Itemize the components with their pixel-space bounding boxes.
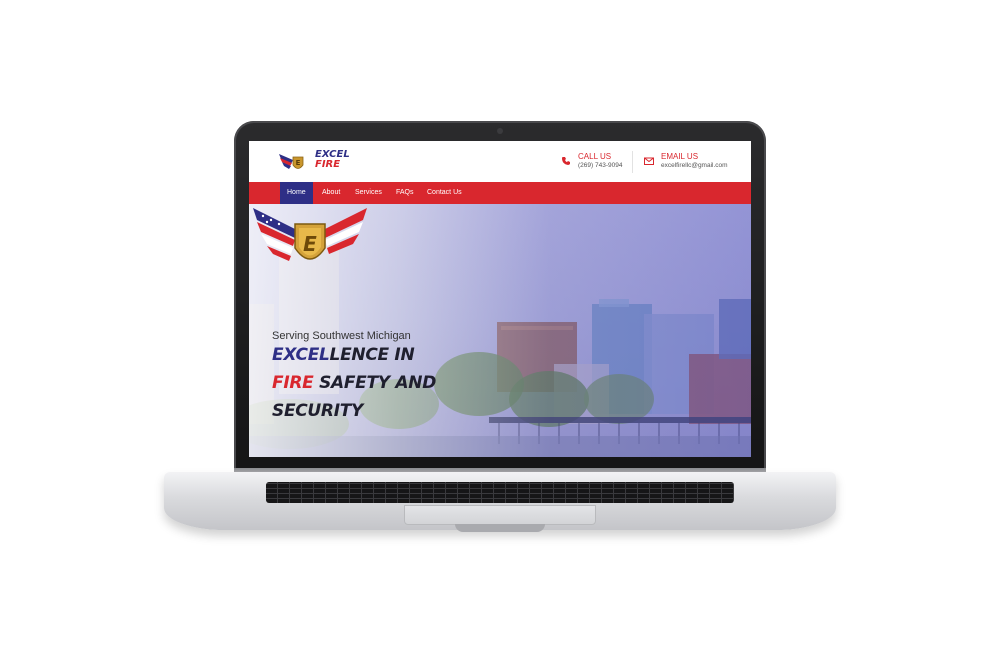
nav-home[interactable]: Home	[280, 182, 313, 204]
email-address[interactable]: excelfirellc@gmail.com	[661, 162, 728, 169]
hero-tagline: Serving Southwest Michigan	[272, 330, 411, 342]
hero-headline-line2: FIRE SAFETY AND	[272, 373, 436, 393]
phone-icon	[562, 157, 570, 165]
mail-icon	[644, 157, 654, 165]
site-logo[interactable]: E EXCEL FIRE	[277, 148, 357, 176]
svg-text:E: E	[296, 159, 301, 167]
headline-accent-excel: EXCEL	[272, 345, 330, 365]
headline-line2-rest: SAFETY AND	[313, 373, 437, 393]
contact-email[interactable]: EMAIL US excelfirellc@gmail.com	[644, 152, 744, 174]
flag-shield-emblem-icon: E	[253, 208, 367, 261]
nav-contact-us[interactable]: Contact Us	[420, 182, 469, 204]
email-title: EMAIL US	[661, 152, 699, 161]
hero-banner: E Serving Southwest Michigan EXCELLENCE …	[249, 204, 751, 457]
nav-about[interactable]: About	[315, 182, 347, 204]
headline-line1-rest: LENCE IN	[329, 345, 415, 365]
svg-text:E: E	[303, 232, 317, 256]
contact-divider	[632, 151, 633, 173]
headline-accent-fire: FIRE	[272, 373, 314, 393]
trackpad	[404, 505, 596, 525]
call-title: CALL US	[578, 152, 612, 161]
call-number[interactable]: (269) 743-9094	[578, 162, 622, 169]
logo-text: EXCEL FIRE	[315, 150, 350, 170]
laptop-screen: E EXCEL FIRE CALL US (269) 743-9094 EMAI…	[249, 141, 751, 457]
site-header: E EXCEL FIRE CALL US (269) 743-9094 EMAI…	[249, 141, 751, 182]
laptop-notch	[455, 524, 545, 532]
contact-call[interactable]: CALL US (269) 743-9094	[561, 152, 631, 174]
keyboard	[266, 482, 734, 503]
hero-headline-line1: EXCELLENCE IN	[272, 345, 415, 365]
main-nav: Home About Services FAQs Contact Us	[249, 182, 751, 204]
nav-faqs[interactable]: FAQs	[389, 182, 421, 204]
logo-line-fire: FIRE	[315, 159, 341, 170]
eagle-shield-icon: E	[279, 154, 304, 169]
hero-headline-line3: SECURITY	[272, 401, 364, 421]
camera-icon	[497, 128, 503, 134]
nav-services[interactable]: Services	[348, 182, 389, 204]
